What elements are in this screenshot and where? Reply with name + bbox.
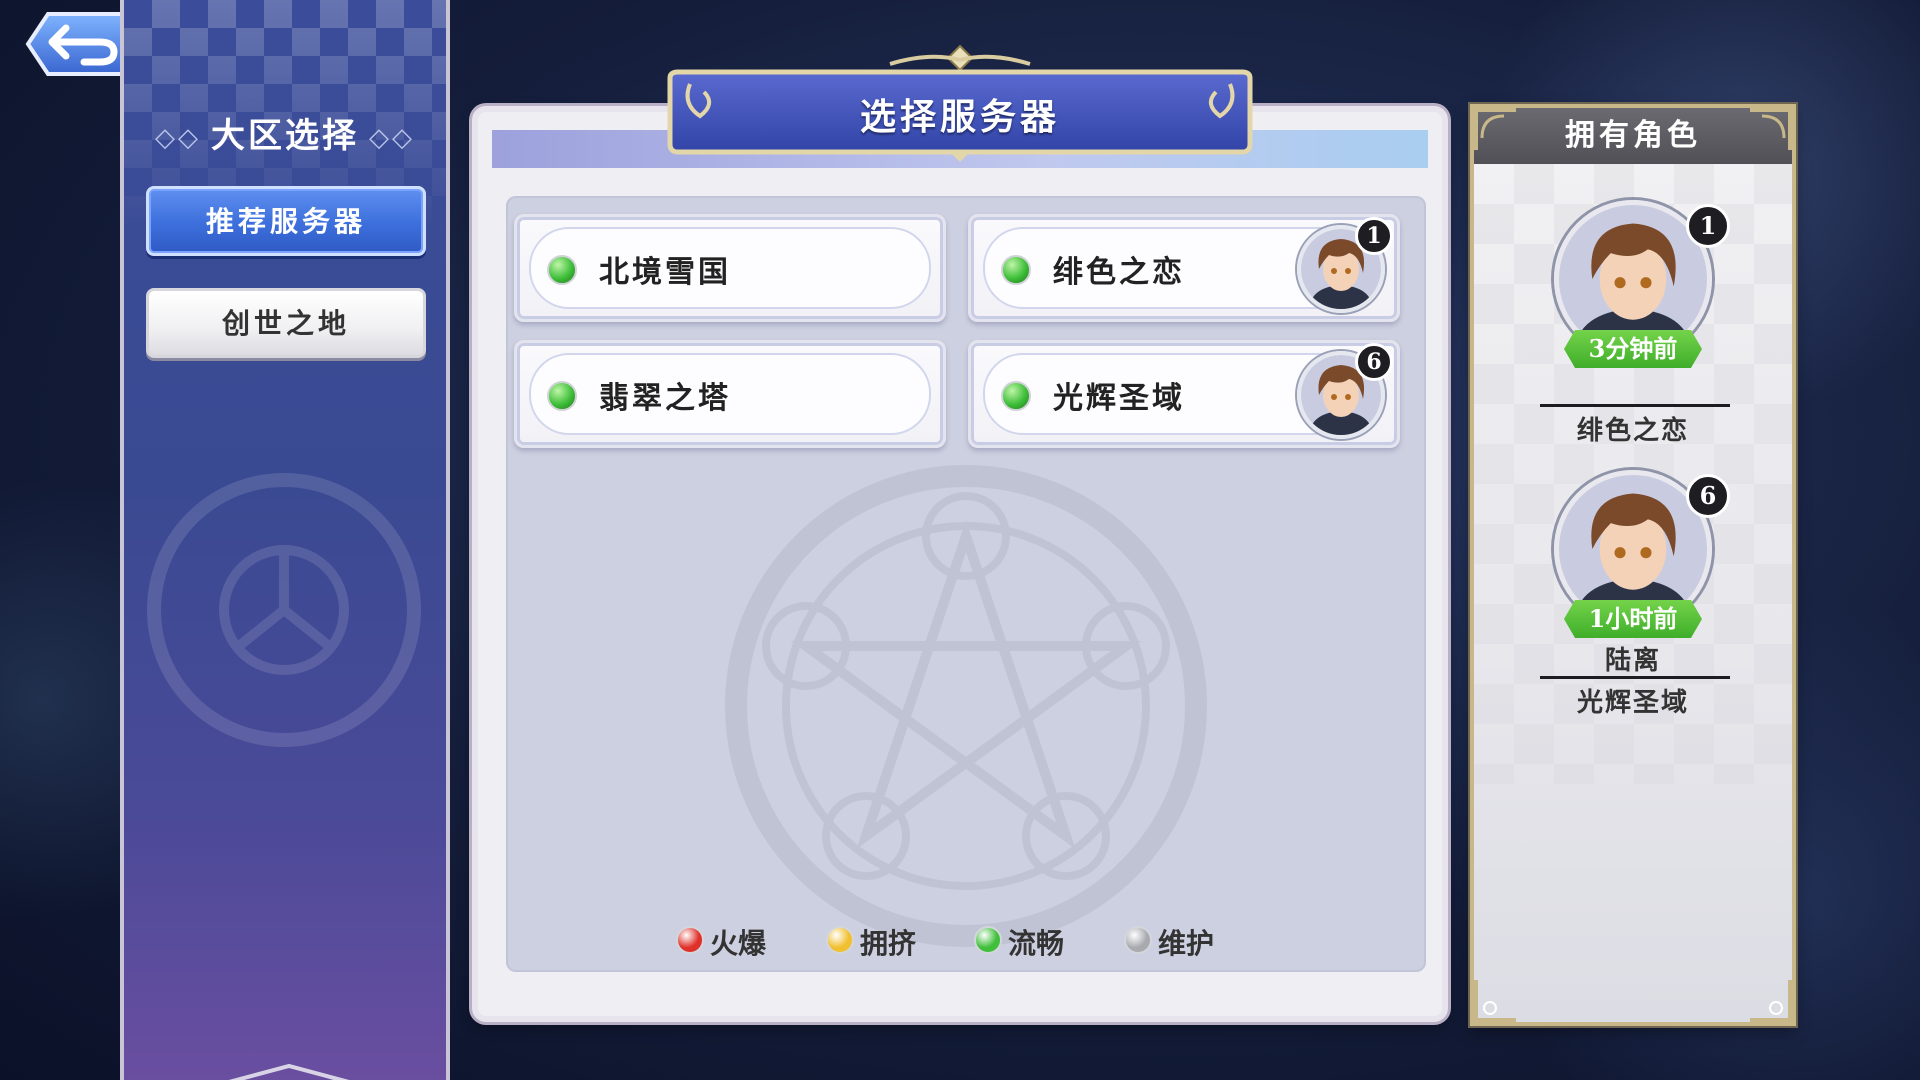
character-level-badge: 1 [1686, 204, 1730, 248]
character-level-badge: 6 [1686, 474, 1730, 518]
status-dot-icon [1001, 255, 1031, 285]
legend-label: 火爆 [710, 927, 767, 960]
legend-dot-icon [676, 926, 704, 954]
legend-dot-icon [826, 926, 854, 954]
character-server: 绯色之恋 [1576, 416, 1689, 446]
region-button-genesis[interactable]: 创世之地 [146, 288, 426, 358]
owned-characters-panel: 拥有角色 1 3分钟前 绯色之恋 6 1小时前 陆离 光辉圣域 [1470, 104, 1796, 1026]
legend-label: 维护 [1158, 927, 1215, 960]
title-banner: 选择服务器 [660, 44, 1260, 164]
server-card-1[interactable]: 绯色之恋 1 [968, 214, 1400, 322]
legend-label: 拥挤 [860, 927, 917, 960]
sidebar-bottom-ornament-icon [228, 1063, 350, 1080]
server-name: 绯色之恋 [1053, 255, 1185, 290]
legend-label: 流畅 [1008, 927, 1065, 960]
server-name: 光辉圣域 [1053, 381, 1185, 416]
owned-panel-title: 拥有角色 [1474, 108, 1792, 164]
corner-ornament-icon [1474, 108, 1516, 150]
title-right-ornament-icon: ◇◇ [369, 123, 415, 153]
corner-ornament-icon [1750, 108, 1792, 150]
last-login-tag: 1小时前 [1564, 600, 1702, 638]
region-sidebar: ◇◇ 大区选择 ◇◇ 推荐服务器 创世之地 [120, 0, 450, 1080]
server-name: 翡翠之塔 [599, 381, 731, 416]
character-count-badge: 6 [1355, 343, 1393, 381]
region-title-text: 大区选择 [211, 116, 359, 156]
corner-ornament-icon [1474, 980, 1516, 1022]
server-card-0[interactable]: 北境雪国 [514, 214, 946, 322]
corner-ornament-icon [1750, 980, 1792, 1022]
status-dot-icon [1001, 381, 1031, 411]
character-divider [1540, 676, 1730, 679]
character-divider [1540, 404, 1730, 407]
server-card-2[interactable]: 翡翠之塔 [514, 340, 946, 448]
region-button-recommended[interactable]: 推荐服务器 [146, 186, 426, 256]
character-server: 光辉圣域 [1576, 688, 1689, 718]
character-count-badge: 1 [1355, 217, 1393, 255]
last-login-tag: 3分钟前 [1564, 330, 1702, 368]
page-title: 选择服务器 [859, 96, 1060, 138]
magic-circle-emblem-icon [725, 465, 1207, 947]
character-name: 陆离 [1604, 646, 1661, 676]
legend-dot-icon [1124, 926, 1152, 954]
legend-dot-icon [974, 926, 1002, 954]
region-title: ◇◇ 大区选择 ◇◇ [124, 108, 446, 157]
sidebar-emblem-icon [147, 473, 421, 747]
status-dot-icon [547, 255, 577, 285]
server-card-3[interactable]: 光辉圣域 6 [968, 340, 1400, 448]
server-name: 北境雪国 [599, 255, 731, 290]
status-dot-icon [547, 381, 577, 411]
title-left-ornament-icon: ◇◇ [155, 123, 201, 153]
